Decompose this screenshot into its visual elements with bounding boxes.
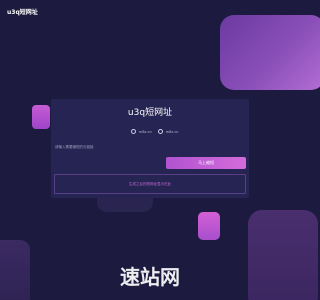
result-text: 生成之后的短网址显示在此 bbox=[129, 181, 171, 186]
watermark-logo: 速站网 bbox=[120, 265, 180, 289]
domain-option-2[interactable]: m8z.cn bbox=[157, 129, 179, 134]
decor-shape-top-right bbox=[220, 15, 320, 90]
result-box[interactable]: 生成之后的短网址显示在此 bbox=[54, 174, 246, 194]
site-logo[interactable]: u3q短网址 bbox=[7, 7, 38, 16]
domain-option-label: m8z.cn bbox=[165, 129, 179, 134]
decor-shape-bottom-left bbox=[0, 240, 30, 300]
decor-shape-bottom-right bbox=[248, 210, 318, 300]
decor-shape-mid-right bbox=[198, 212, 220, 240]
domain-option-label: m8z.cn bbox=[139, 129, 152, 134]
radio-button[interactable] bbox=[157, 129, 163, 134]
decor-shape-left-small bbox=[32, 105, 50, 129]
domain-option-1[interactable]: m8z.cn bbox=[131, 129, 152, 134]
page-title: u3q短网址 bbox=[127, 108, 173, 118]
shorten-button[interactable]: 马上缩短 bbox=[166, 157, 246, 169]
shorten-card: u3q短网址 m8z.cn m8z.cn 马上缩短 生成之后的短网址显示在此 bbox=[51, 99, 249, 198]
decor-shape-under-card bbox=[97, 196, 153, 212]
long-url-input[interactable] bbox=[55, 143, 245, 151]
radio-button[interactable] bbox=[131, 129, 136, 134]
domain-radio-group: m8z.cn m8z.cn bbox=[131, 129, 178, 134]
